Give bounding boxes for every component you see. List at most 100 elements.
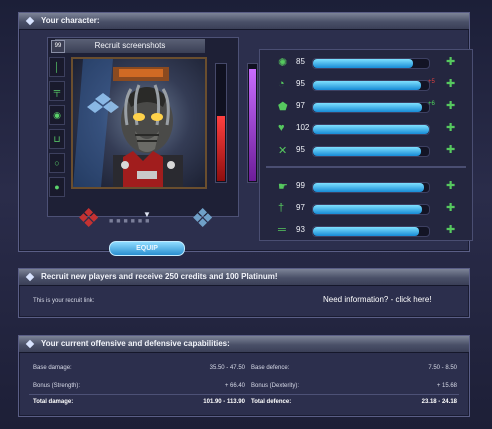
stat-bar (312, 58, 430, 69)
increase-stat-icon[interactable]: ✚ (446, 179, 455, 192)
increase-stat-icon[interactable]: ✚ (446, 55, 455, 68)
stat-value: 85 (296, 57, 305, 66)
stat-bar (312, 124, 430, 135)
game-screen: Your character: Recruit screenshots 99 │… (0, 0, 492, 429)
stat-value: 97 (296, 203, 305, 212)
diamond-icon (25, 16, 35, 26)
capabilities-panel-title: Your current offensive and defensive cap… (41, 339, 230, 348)
stats-divider (266, 166, 466, 168)
boot-icon[interactable]: ⊔ (49, 129, 65, 149)
base-damage-label: Base damage: (33, 365, 72, 371)
increase-stat-icon[interactable]: ✚ (446, 223, 455, 236)
stat-value: 97 (296, 101, 305, 110)
grenade-icon[interactable]: ● (49, 177, 65, 197)
mana-bar (247, 63, 258, 183)
diamond-icon (25, 339, 35, 349)
stat-bar (312, 102, 430, 113)
total-damage-value: 101.90 - 113.90 (203, 399, 245, 405)
stat-value: 93 (296, 225, 305, 234)
character-panel-title: Your character: (41, 16, 100, 25)
screenshots-badge[interactable]: 99 (51, 40, 65, 53)
need-info-link[interactable]: Need information? - click here! (323, 295, 432, 304)
diamond-icon (25, 272, 35, 282)
helmet-icon: ⬟ (278, 101, 288, 113)
stat-bar-fill (313, 183, 425, 192)
equipment-slots: │ ╤ ◉ ⊔ ○ ● (49, 57, 65, 197)
stat-bar-fill (313, 147, 421, 156)
stat-bar (312, 204, 430, 215)
rifle-icon: ═ (278, 224, 286, 236)
base-damage-value: 35.50 - 47.50 (209, 365, 245, 371)
recruit-body: This is your recruit link: Need informat… (19, 286, 469, 316)
screenshots-title: Recruit screenshots (55, 39, 205, 53)
stat-bar-fill (313, 205, 423, 214)
equip-button[interactable]: EQUIP (109, 241, 185, 256)
increase-stat-icon[interactable]: ✚ (446, 77, 455, 90)
bonus-strength-value: + 66.40 (224, 383, 245, 389)
stat-value: 95 (296, 79, 305, 88)
recruit-panel-header: Recruit new players and receive 250 cred… (19, 269, 469, 286)
base-defence-label: Base defence: (251, 365, 290, 371)
crossed-swords-icon: ✕ (278, 145, 288, 157)
total-damage-label: Total damage: (33, 399, 74, 405)
rank-wings-left-icon: ❖ (77, 203, 101, 233)
page-dots: ■■■■■■ (109, 218, 153, 225)
total-defence-value: 23.18 - 24.18 (421, 399, 457, 405)
stat-bar (312, 146, 430, 157)
stat-bonus: +5 (428, 79, 435, 85)
stat-bonus: +6 (428, 101, 435, 107)
character-panel-header: Your character: (19, 13, 469, 30)
increase-stat-icon[interactable]: ✚ (446, 99, 455, 112)
dagger-icon: † (278, 202, 285, 214)
increase-stat-icon[interactable]: ✚ (446, 121, 455, 134)
stat-bar-fill (313, 59, 413, 68)
stat-bar-fill (313, 227, 419, 236)
stat-bar-fill (313, 103, 423, 112)
character-panel: Your character: Recruit screenshots 99 │… (18, 12, 473, 256)
heart-icon: ♥ (278, 122, 285, 134)
hand-icon: ☛ (278, 181, 288, 193)
recruit-link-label: This is your recruit link: (33, 298, 95, 304)
stat-row: † 97 ✚ (260, 200, 472, 218)
sword-icon[interactable]: │ (49, 57, 65, 77)
stat-row: ✕ 95 ✚ (260, 142, 472, 160)
stat-bar-fill (313, 81, 421, 90)
stat-value: 102 (296, 123, 310, 132)
mana-fill (249, 68, 256, 181)
shield-icon[interactable]: ◉ (49, 105, 65, 125)
stat-row: ✺ 85 ✚ (260, 54, 472, 72)
base-defence-value: 7.50 - 8.50 (428, 365, 457, 371)
stat-bar (312, 226, 430, 237)
recruit-panel-title: Recruit new players and receive 250 cred… (41, 272, 278, 281)
capabilities-panel-header: Your current offensive and defensive cap… (19, 336, 469, 353)
arrow-down-icon[interactable]: ▼ (143, 210, 151, 219)
bonus-dexterity-label: Bonus (Dexterity): (251, 383, 300, 389)
stat-row: ☛ 99 ✚ (260, 178, 472, 196)
stat-row: ═ 93 ✚ (260, 222, 472, 240)
bonus-dexterity-value: + 15.68 (436, 383, 457, 389)
recruit-panel: Recruit new players and receive 250 cred… (18, 268, 470, 318)
character-portrait (71, 57, 207, 189)
health-fill (217, 116, 225, 181)
increase-stat-icon[interactable]: ✚ (446, 201, 455, 214)
stat-bar (312, 182, 430, 193)
bonus-strength-label: Bonus (Strength): (33, 383, 81, 389)
total-defence-label: Total defence: (251, 399, 292, 405)
stat-row: ◔ 95 +5 ✚ (260, 76, 472, 94)
ring-icon[interactable]: ○ (49, 153, 65, 173)
rank-wings-right-icon: ❖ (191, 203, 215, 233)
increase-stat-icon[interactable]: ✚ (446, 143, 455, 156)
stopwatch-icon: ◔ (278, 78, 285, 90)
divider (29, 394, 459, 395)
health-bar (215, 63, 227, 183)
stats-panel: ✺ 85 ✚ ◔ 95 +5 ✚ ⬟ 97 +6 ✚ ♥ 102 ✚ ✕ 95 ✚ ☛ 99 ✚ † 97 ✚ ═ 93 ✚ (259, 49, 473, 241)
sun-icon: ✺ (278, 57, 288, 69)
capabilities-panel: Your current offensive and defensive cap… (18, 335, 470, 417)
stat-bar-fill (313, 125, 429, 134)
stat-bar (312, 80, 430, 91)
gun-icon[interactable]: ╤ (49, 81, 65, 101)
capabilities-table: Base damage: 35.50 - 47.50 Base defence:… (19, 353, 469, 415)
stat-value: 99 (296, 181, 305, 190)
warrior-image (73, 59, 183, 187)
stat-value: 95 (296, 145, 305, 154)
